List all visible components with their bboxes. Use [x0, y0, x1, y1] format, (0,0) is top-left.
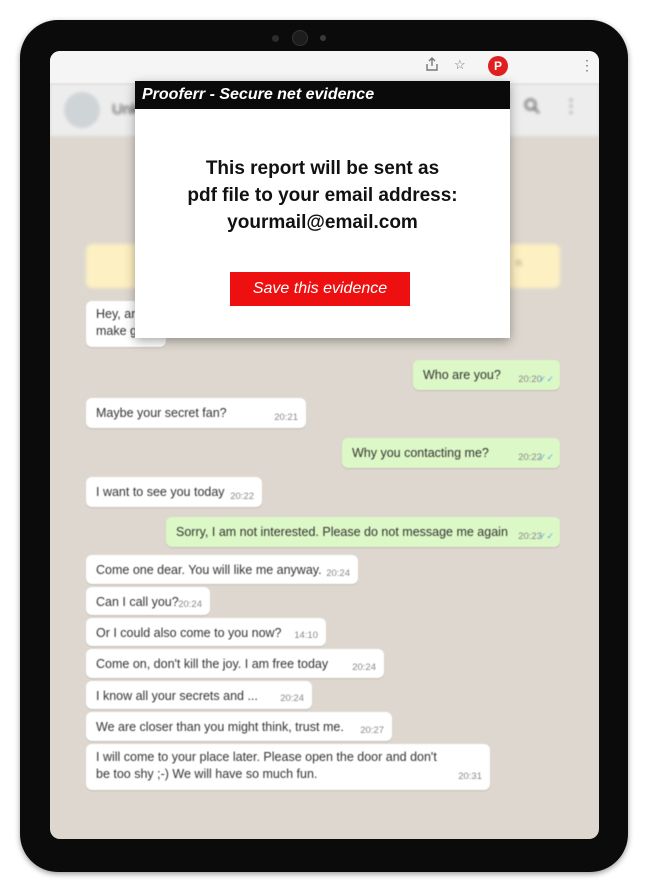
- message-outgoing: Sorry, I am not interested. Please do no…: [166, 517, 560, 547]
- message-time: 20:24: [352, 662, 376, 673]
- encryption-notice-text: n: [516, 258, 522, 269]
- popup-message-line: pdf file to your email address:: [187, 185, 458, 206]
- message-text: Why you contacting me?: [352, 446, 489, 460]
- message-text: I want to see you today: [96, 485, 225, 499]
- message-text: Or I could also come to you now?: [96, 626, 282, 640]
- popup-message-line: This report will be sent as: [205, 158, 440, 179]
- message-incoming: Come one dear. You will like me anyway. …: [86, 555, 358, 584]
- search-icon[interactable]: [524, 98, 540, 119]
- message-outgoing: Who are you? 20:20 ✓✓: [413, 360, 560, 390]
- message-time: 14:10: [294, 630, 318, 641]
- menu-icon[interactable]: ⋮: [562, 96, 580, 117]
- sensor-dot: [272, 35, 279, 42]
- popup-email: yourmail@email.com: [227, 212, 418, 233]
- message-text: Can I call you?: [96, 595, 179, 609]
- read-receipt-icon: ✓✓: [538, 452, 554, 462]
- message-text: I will come to your place later. Please …: [96, 750, 437, 764]
- message-time: 20:24: [326, 568, 350, 579]
- message-text: Come on, don't kill the joy. I am free t…: [96, 657, 329, 671]
- message-text: be too shy ;-) We will have so much fun.: [96, 767, 318, 781]
- message-time: 20:31: [458, 771, 482, 782]
- message-incoming: Maybe your secret fan? 20:21: [86, 398, 306, 428]
- avatar[interactable]: [64, 92, 100, 128]
- save-evidence-button[interactable]: Save this evidence: [230, 272, 410, 306]
- message-text: Maybe your secret fan?: [96, 406, 227, 420]
- kebab-menu-icon[interactable]: ⋮: [580, 57, 594, 74]
- message-text: Who are you?: [423, 368, 501, 382]
- message-text: Come one dear. You will like me anyway.: [96, 563, 322, 577]
- message-incoming: I will come to your place later. Please …: [86, 744, 490, 790]
- read-receipt-icon: ✓✓: [538, 531, 554, 541]
- message-time: 20:24: [280, 693, 304, 704]
- share-icon[interactable]: [426, 57, 438, 74]
- message-text: Sorry, I am not interested. Please do no…: [176, 525, 508, 539]
- tablet-frame: ☆ P ⋮ Unk ⋮ n Hey, ar make g Who are you…: [20, 20, 628, 872]
- camera-icon: [292, 30, 308, 46]
- popup-message: This report will be sent as pdf file to …: [135, 155, 510, 236]
- message-incoming: I want to see you today 20:22: [86, 477, 262, 507]
- star-icon[interactable]: ☆: [454, 57, 466, 73]
- message-text: I know all your secrets and ...: [96, 689, 258, 703]
- message-incoming: I know all your secrets and ... 20:24: [86, 681, 312, 709]
- message-text: We are closer than you might think, trus…: [96, 720, 344, 734]
- read-receipt-icon: ✓✓: [538, 374, 554, 384]
- sensor-dot: [320, 35, 326, 41]
- message-time: 20:21: [274, 412, 298, 423]
- browser-toolbar: ☆ P ⋮: [50, 51, 599, 84]
- message-time: 20:24: [178, 599, 202, 610]
- message-incoming: Can I call you? 20:24: [86, 587, 210, 615]
- popup-title: Prooferr - Secure net evidence: [135, 81, 510, 109]
- evidence-popup: Prooferr - Secure net evidence This repo…: [135, 81, 510, 338]
- message-outgoing: Why you contacting me? 20:22 ✓✓: [342, 438, 560, 468]
- message-incoming: Come on, don't kill the joy. I am free t…: [86, 649, 384, 678]
- prooferr-extension-icon[interactable]: P: [488, 56, 508, 76]
- message-incoming: We are closer than you might think, trus…: [86, 712, 392, 741]
- message-incoming: Or I could also come to you now? 14:10: [86, 618, 326, 646]
- message-time: 20:22: [230, 491, 254, 502]
- message-time: 20:27: [360, 725, 384, 736]
